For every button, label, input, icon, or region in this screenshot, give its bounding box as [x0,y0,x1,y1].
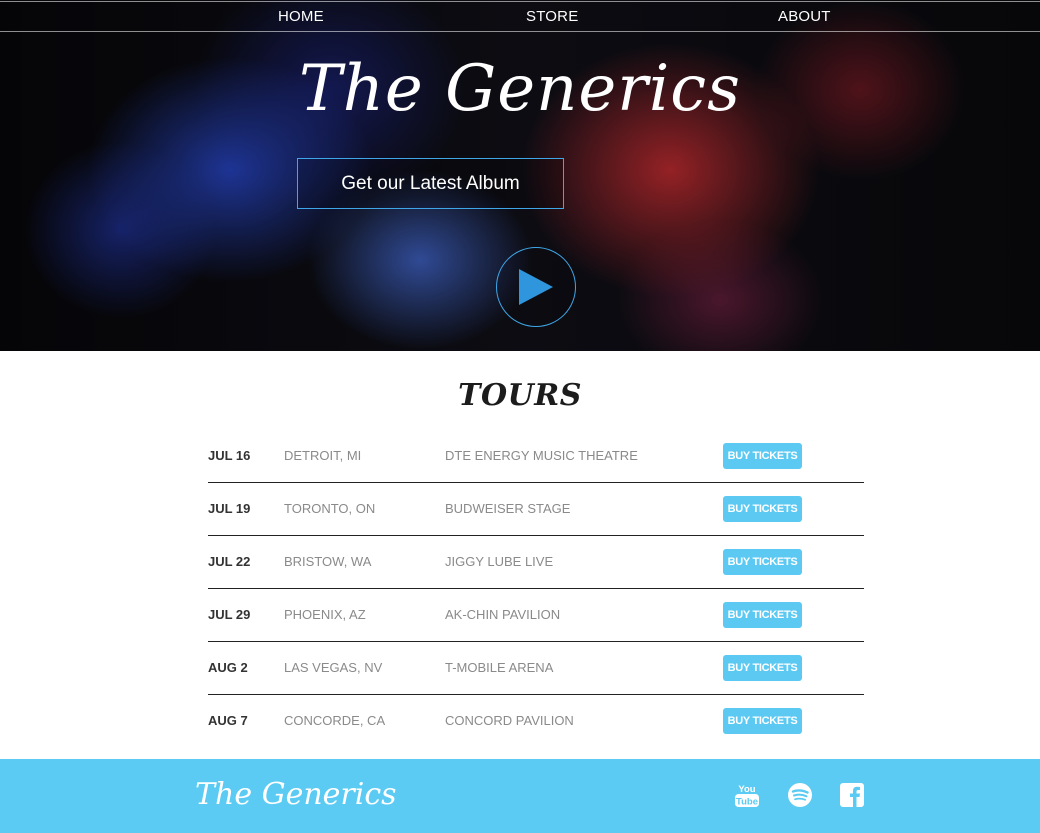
band-title: The Generics [299,52,741,126]
tour-city: PHOENIX, AZ [284,607,366,622]
tour-row: JUL 29 PHOENIX, AZ AK-CHIN PAVILION BUY … [208,589,864,642]
tour-row: JUL 19 TORONTO, ON BUDWEISER STAGE BUY T… [208,483,864,536]
tour-city: LAS VEGAS, NV [284,660,383,675]
tour-list: JUL 16 DETROIT, MI DTE ENERGY MUSIC THEA… [208,430,864,747]
tour-venue: JIGGY LUBE LIVE [445,554,554,569]
play-icon [519,269,553,305]
tour-row: JUL 22 BRISTOW, WA JIGGY LUBE LIVE BUY T… [208,536,864,589]
youtube-icon[interactable]: You Tube [734,781,760,809]
tour-date: JUL 19 [208,501,251,516]
tour-city: CONCORDE, CA [284,713,386,728]
tour-venue: T-MOBILE ARENA [445,660,554,675]
buy-tickets-button[interactable]: BUY TICKETS [723,549,802,575]
play-button[interactable] [496,247,576,327]
buy-tickets-button[interactable]: BUY TICKETS [723,443,802,469]
tour-venue: BUDWEISER STAGE [445,501,571,516]
svg-text:You: You [738,784,755,795]
buy-tickets-button[interactable]: BUY TICKETS [723,496,802,522]
site-footer: The Generics You Tube [0,759,1040,833]
tour-city: TORONTO, ON [284,501,376,516]
tours-heading: TOURS [458,378,582,413]
tour-date: AUG 7 [208,713,248,728]
tour-row: AUG 2 LAS VEGAS, NV T-MOBILE ARENA BUY T… [208,642,864,695]
buy-tickets-button[interactable]: BUY TICKETS [723,602,802,628]
footer-band-title: The Generics [195,777,397,812]
nav-store-link[interactable]: STORE [526,8,578,25]
hero-section: HOME STORE ABOUT The Generics Get our La… [0,0,1040,351]
svg-text:Tube: Tube [736,797,758,808]
tour-row: AUG 7 CONCORDE, CA CONCORD PAVILION BUY … [208,695,864,747]
tour-city: BRISTOW, WA [284,554,372,569]
tour-date: JUL 16 [208,448,251,463]
spotify-icon[interactable] [787,781,813,809]
buy-tickets-button[interactable]: BUY TICKETS [723,708,802,734]
tour-venue: CONCORD PAVILION [445,713,574,728]
tour-venue: AK-CHIN PAVILION [445,607,561,622]
tour-date: JUL 29 [208,607,251,622]
tour-date: AUG 2 [208,660,248,675]
nav-home-link[interactable]: HOME [278,8,324,25]
nav-about-link[interactable]: ABOUT [778,8,831,25]
tour-row: JUL 16 DETROIT, MI DTE ENERGY MUSIC THEA… [208,430,864,483]
tour-city: DETROIT, MI [284,448,362,463]
tour-date: JUL 22 [208,554,251,569]
latest-album-button[interactable]: Get our Latest Album [297,158,564,209]
tour-venue: DTE ENERGY MUSIC THEATRE [445,448,638,463]
facebook-icon[interactable] [839,781,865,809]
main-nav: HOME STORE ABOUT [0,1,1040,32]
buy-tickets-button[interactable]: BUY TICKETS [723,655,802,681]
